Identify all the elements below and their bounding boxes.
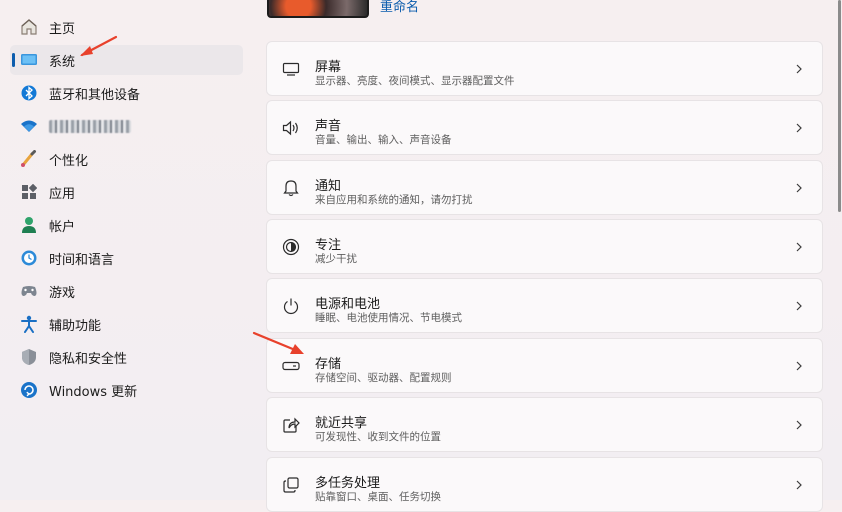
sidebar-item-label: 系统 — [49, 54, 76, 70]
annotation-arrow-system — [80, 35, 118, 57]
sidebar-item-accessibility[interactable]: 辅助功能 — [10, 309, 243, 339]
chevron-right-icon — [796, 361, 802, 371]
card-subtitle: 音量、输出、输入、声音设备 — [315, 134, 452, 146]
sidebar-item-label: 蓝牙和其他设备 — [49, 87, 141, 103]
card-subtitle: 来自应用和系统的通知，请勿打扰 — [315, 194, 473, 206]
chevron-right-icon — [796, 123, 802, 133]
network-name-redacted — [49, 119, 131, 133]
sidebar-item-network[interactable] — [10, 111, 243, 141]
annotation-arrow-storage — [252, 331, 304, 354]
sidebar-item-label: 应用 — [49, 186, 76, 202]
sidebar-item-label: 主页 — [49, 21, 76, 37]
settings-card-display[interactable]: 屏幕 显示器、亮度、夜间模式、显示器配置文件 — [266, 41, 823, 96]
sidebar-item-bluetooth[interactable]: 蓝牙和其他设备 — [10, 78, 243, 108]
gaming-icon — [19, 281, 39, 301]
chevron-right-icon — [796, 480, 802, 490]
chevron-right-icon — [796, 183, 802, 193]
sound-icon — [281, 118, 301, 138]
sidebar-item-apps[interactable]: 应用 — [10, 177, 243, 207]
time-language-icon — [19, 248, 39, 268]
system-icon — [19, 50, 39, 70]
wifi-icon — [19, 116, 39, 136]
settings-sidebar: 主页 系统 蓝牙和其他设备 个性化 应用 帐户 时间和语言 游戏 辅助功能 隐私… — [0, 0, 250, 500]
sidebar-item-label: 隐私和安全性 — [49, 351, 128, 367]
sidebar-item-windows-update[interactable]: Windows 更新 — [10, 375, 243, 405]
settings-card-power-battery[interactable]: 电源和电池 睡眠、电池使用情况、节电模式 — [266, 278, 823, 333]
power-icon — [281, 296, 301, 316]
settings-card-focus[interactable]: 专注 减少干扰 — [266, 219, 823, 274]
notification-bell-icon — [281, 178, 301, 198]
sidebar-item-time-language[interactable]: 时间和语言 — [10, 243, 243, 273]
chevron-right-icon — [796, 301, 802, 311]
apps-icon — [19, 182, 39, 202]
card-subtitle: 显示器、亮度、夜间模式、显示器配置文件 — [315, 75, 515, 87]
sidebar-item-gaming[interactable]: 游戏 — [10, 276, 243, 306]
card-subtitle: 存储空间、驱动器、配置规则 — [315, 372, 452, 384]
device-wallpaper-thumbnail — [267, 0, 369, 18]
card-subtitle: 可发现性、收到文件的位置 — [315, 431, 441, 443]
settings-card-sound[interactable]: 声音 音量、输出、输入、声音设备 — [266, 100, 823, 155]
sidebar-item-system[interactable]: 系统 — [10, 45, 243, 75]
sidebar-item-label: 帐户 — [49, 219, 76, 235]
chevron-right-icon — [796, 64, 802, 74]
accessibility-icon — [19, 314, 39, 334]
sidebar-item-label: 辅助功能 — [49, 318, 102, 334]
page-scrollbar[interactable] — [838, 0, 841, 212]
display-icon — [281, 59, 301, 79]
chevron-right-icon — [796, 420, 802, 430]
storage-drive-icon — [281, 356, 301, 376]
chevron-right-icon — [796, 242, 802, 252]
nearby-share-icon — [281, 415, 301, 435]
sidebar-item-label: Windows 更新 — [49, 384, 138, 400]
sidebar-item-personalization[interactable]: 个性化 — [10, 144, 243, 174]
settings-card-notifications[interactable]: 通知 来自应用和系统的通知，请勿打扰 — [266, 160, 823, 215]
focus-icon — [281, 237, 301, 257]
sidebar-item-label: 游戏 — [49, 285, 76, 301]
sidebar-item-label: 个性化 — [49, 153, 89, 169]
privacy-shield-icon — [19, 347, 39, 367]
sidebar-item-privacy[interactable]: 隐私和安全性 — [10, 342, 243, 372]
account-icon — [19, 215, 39, 235]
selection-indicator — [12, 53, 15, 67]
personalization-icon — [19, 149, 39, 169]
sidebar-item-label: 时间和语言 — [49, 252, 115, 268]
sidebar-item-accounts[interactable]: 帐户 — [10, 210, 243, 240]
windows-update-icon — [19, 380, 39, 400]
settings-card-storage[interactable]: 存储 存储空间、驱动器、配置规则 — [266, 338, 823, 393]
rename-device-link[interactable]: 重命名 — [380, 0, 419, 15]
card-subtitle: 贴靠窗口、桌面、任务切换 — [315, 491, 441, 503]
card-subtitle: 减少干扰 — [315, 253, 357, 265]
settings-card-nearby-sharing[interactable]: 就近共享 可发现性、收到文件的位置 — [266, 397, 823, 452]
sidebar-item-home[interactable]: 主页 — [10, 12, 243, 42]
card-subtitle: 睡眠、电池使用情况、节电模式 — [315, 312, 462, 324]
home-icon — [19, 17, 39, 37]
settings-card-multitasking[interactable]: 多任务处理 贴靠窗口、桌面、任务切换 — [266, 457, 823, 512]
bluetooth-icon — [19, 83, 39, 103]
multitasking-icon — [281, 475, 301, 495]
